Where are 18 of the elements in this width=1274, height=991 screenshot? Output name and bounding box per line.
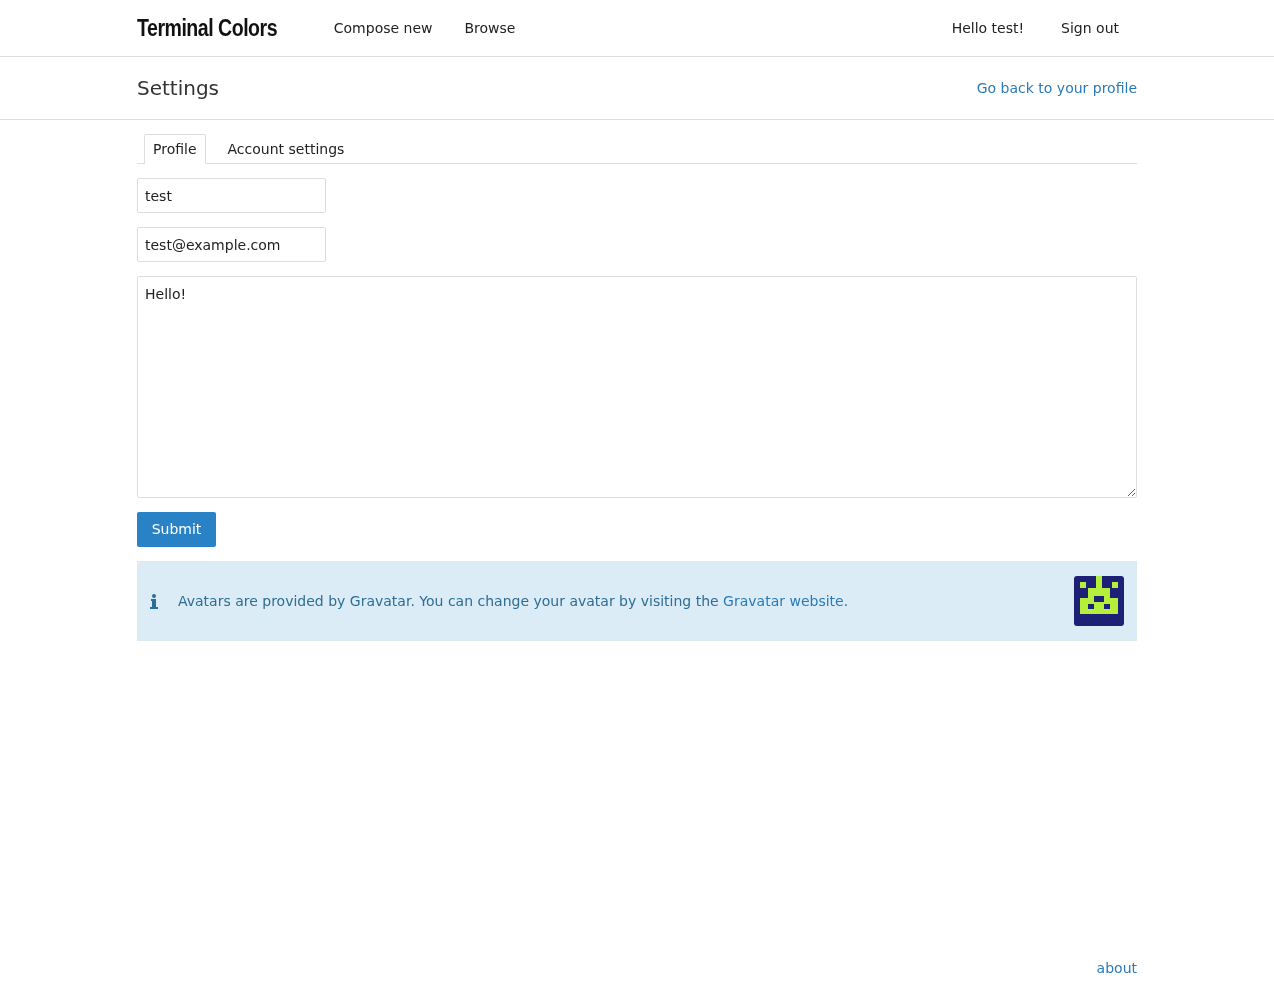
email-field[interactable]: test@example.com: [137, 227, 326, 262]
submit-button[interactable]: Submit: [137, 512, 216, 547]
nav-link[interactable]: Sign out: [1061, 17, 1119, 39]
info-icon: [150, 593, 158, 609]
username-field[interactable]: test: [137, 178, 326, 213]
tab[interactable]: Profile: [144, 134, 206, 164]
about-link[interactable]: about: [1096, 958, 1137, 979]
avatar-drawing: [1074, 576, 1124, 626]
avatar-notice-text: Avatars are provided by Gravatar. You can change your avatar by visiting the Gravatar website.: [178, 591, 849, 611]
nav-link[interactable]: Browse: [464, 17, 516, 39]
nav-link[interactable]: Compose new: [333, 17, 433, 39]
page-title: Settings: [137, 75, 220, 102]
nav-link[interactable]: Hello test!: [951, 17, 1025, 39]
bio-field[interactable]: Hello!: [137, 276, 1137, 498]
back-to-profile-link[interactable]: Go back to your profile: [976, 77, 1137, 99]
brand-logo[interactable]: Terminal Colors: [137, 10, 278, 46]
gravatar-link[interactable]: Gravatar website: [723, 592, 844, 609]
tab[interactable]: Account settings: [211, 134, 361, 164]
